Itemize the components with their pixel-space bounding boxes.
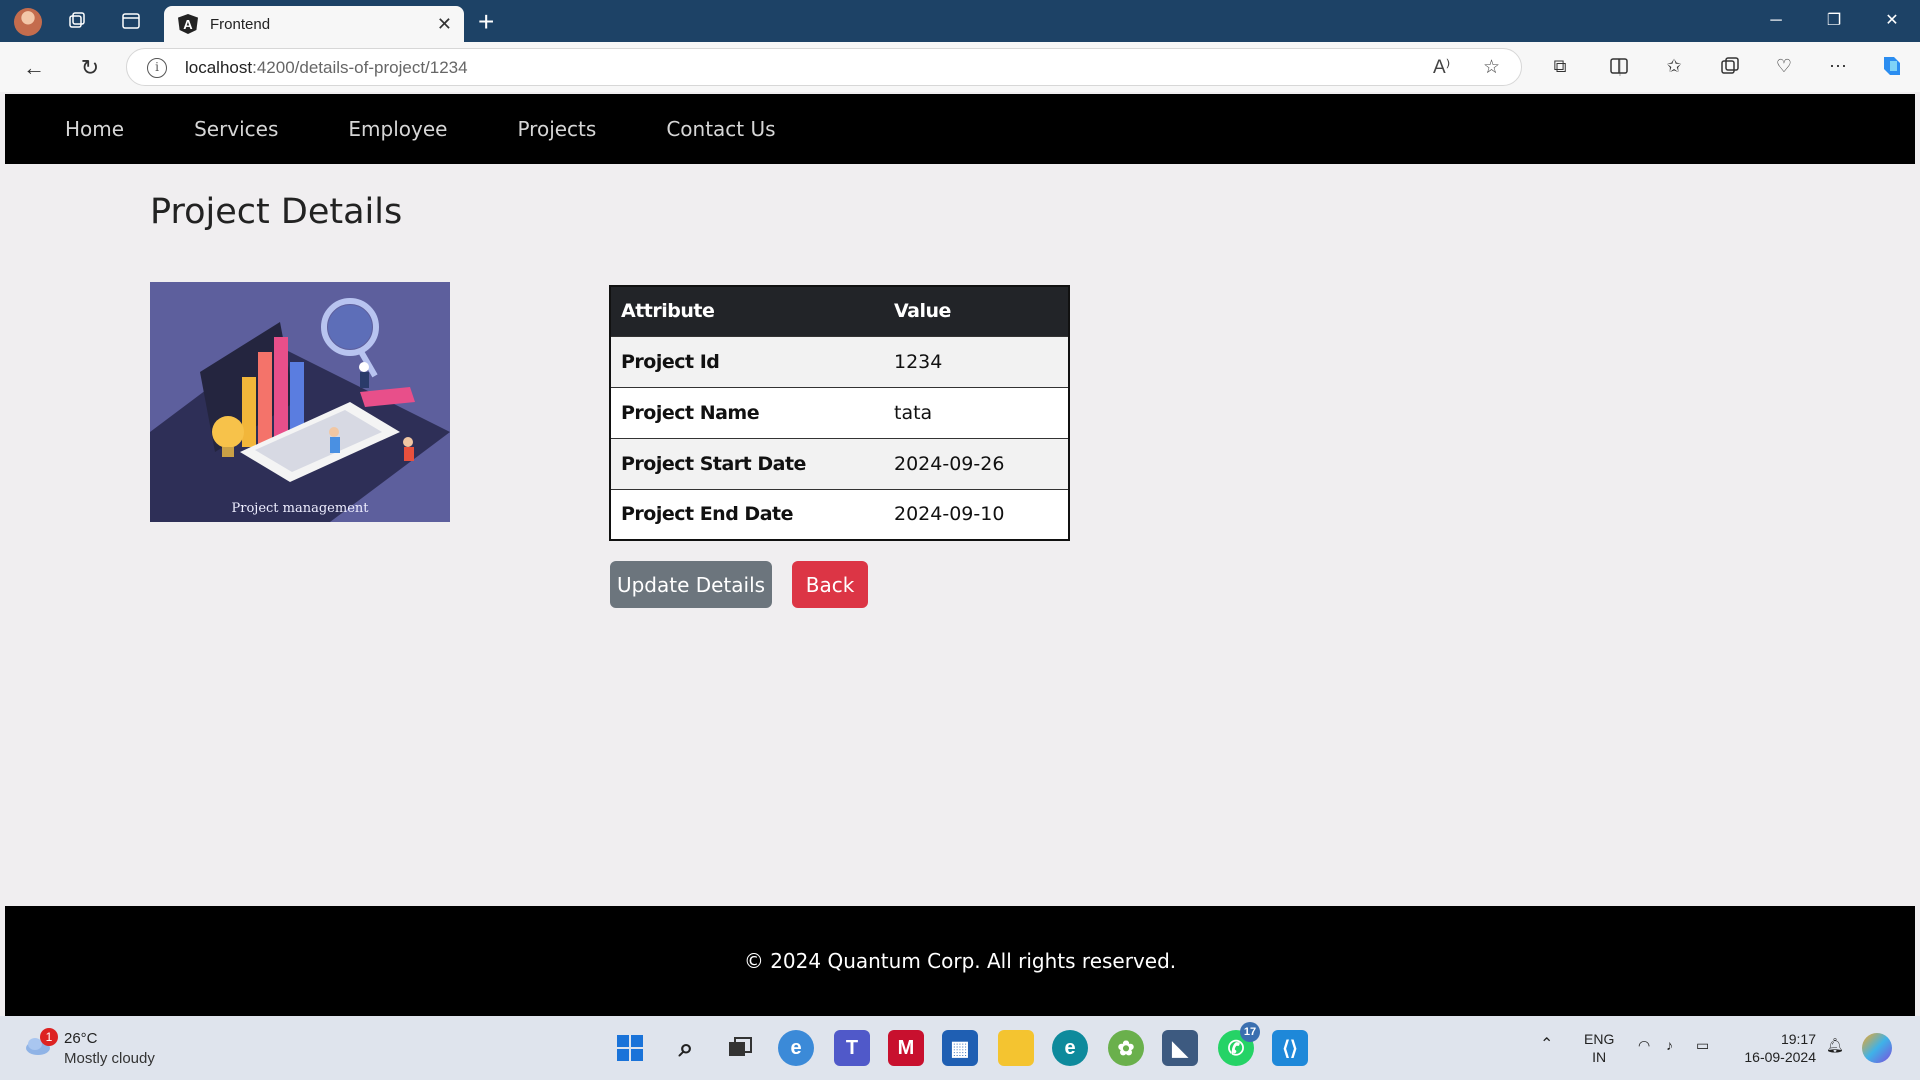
page-title: Project Details [150,192,403,232]
copilot-icon[interactable] [1878,52,1906,80]
clock[interactable]: 19:17 16-09-2024 [1740,1030,1816,1066]
table-header-row: Attribute Value [610,286,1069,336]
top-navbar: Home Services Employee Projects Contact … [5,94,1915,164]
wifi-icon[interactable]: ◠ [1638,1036,1650,1054]
favorites-icon[interactable]: ✩ [1660,52,1688,80]
site-info-icon[interactable]: i [147,58,167,78]
browser-essentials-icon[interactable]: ♡ [1770,52,1798,80]
clock-date: 16-09-2024 [1744,1049,1816,1065]
weather-temperature[interactable]: 26°C [64,1030,98,1047]
task-view-icon[interactable] [722,1030,758,1066]
search-icon[interactable]: ⌕ [668,1030,704,1066]
spring-tool-icon[interactable]: ✿ [1108,1030,1144,1066]
update-details-button[interactable]: Update Details [610,561,772,608]
tab-actions-icon[interactable] [118,8,144,34]
language-indicator[interactable]: ENG IN [1584,1030,1614,1066]
profile-avatar[interactable] [14,8,42,36]
row-attribute: Project Name [610,386,884,438]
nav-services[interactable]: Services [194,117,278,141]
nav-employee[interactable]: Employee [348,117,447,141]
nav-home[interactable]: Home [65,117,124,141]
microsoft-store-icon[interactable]: ▦ [942,1030,978,1066]
back-arrow-icon[interactable]: ← [20,54,48,82]
workspaces-icon[interactable] [64,8,90,34]
copilot-taskbar-icon[interactable]: e [778,1030,814,1066]
row-value: 2024-09-26 [884,437,1069,489]
back-button[interactable]: Back [792,561,868,608]
vscode-icon[interactable]: ⟨⟩ [1272,1030,1308,1066]
project-details-table: Attribute Value Project Id 1234 Project … [609,285,1070,541]
weather-alert-badge: 1 [40,1028,58,1046]
language-code: ENG [1584,1031,1615,1047]
more-options-icon[interactable]: ⋯ [1824,52,1852,80]
start-menu-icon[interactable] [612,1030,648,1066]
clock-time: 19:17 [1780,1031,1816,1047]
favorite-star-icon[interactable]: ☆ [1483,56,1500,79]
region-code: IN [1592,1049,1607,1065]
table-row: Project Start Date 2024-09-26 [610,437,1069,489]
browser-tab-strip: A Frontend ✕ + ─ ❐ ✕ [0,0,1920,42]
file-explorer-icon[interactable] [998,1030,1034,1066]
show-hidden-icons[interactable]: ⌃ [1540,1036,1553,1054]
whatsapp-badge: 17 [1240,1022,1260,1042]
read-aloud-icon[interactable]: A⁾ [1433,56,1450,79]
row-value: 2024-09-10 [884,488,1069,540]
address-bar[interactable]: i localhost:4200/details-of-project/1234… [126,48,1522,86]
refresh-icon[interactable]: ↻ [76,54,104,82]
weather-description[interactable]: Mostly cloudy [64,1050,155,1067]
nav-contact-us[interactable]: Contact Us [666,117,775,141]
whatsapp-icon[interactable]: ✆ 17 [1218,1022,1260,1066]
row-value: 1234 [884,335,1069,387]
active-tab[interactable]: A Frontend ✕ [164,6,464,42]
battery-icon[interactable]: ▭ [1696,1036,1709,1054]
table-row: Project Id 1234 [610,335,1069,387]
volume-icon[interactable]: ♪ [1666,1036,1673,1054]
close-tab-icon[interactable]: ✕ [437,14,452,35]
teams-icon[interactable]: T [834,1030,870,1066]
angular-logo-icon: A [178,14,198,34]
project-management-image: Project management [150,282,450,522]
table-row: Project Name tata [610,386,1069,438]
minimize-icon[interactable]: ─ [1756,8,1796,34]
header-attribute: Attribute [610,286,884,336]
new-tab-icon[interactable]: + [478,6,494,38]
mcafee-icon[interactable]: M [888,1030,924,1066]
row-value: tata [884,386,1069,438]
tab-title: Frontend [210,15,271,33]
row-attribute: Project Id [610,335,884,387]
collections-icon[interactable] [1716,52,1744,80]
row-attribute: Project End Date [610,488,884,540]
eclipse-ide-icon[interactable]: ◣ [1162,1030,1198,1066]
copilot-pre-icon[interactable] [1862,1033,1892,1063]
url-text[interactable]: localhost:4200/details-of-project/1234 [185,58,468,78]
restore-icon[interactable]: ❐ [1814,8,1854,34]
extensions-icon[interactable]: ⧉ [1546,52,1574,80]
notification-bell-icon[interactable]: 🔔︎ [1826,1036,1844,1054]
split-screen-icon[interactable] [1605,52,1633,80]
web-page: Home Services Employee Projects Contact … [5,92,1915,1016]
nav-projects[interactable]: Projects [517,117,596,141]
windows-taskbar: 1 26°C Mostly cloudy ⌕ e T M ▦ e ✿ ◣ ✆ 1… [0,1016,1920,1080]
footer-copyright: © 2024 Quantum Corp. All rights reserved… [743,949,1177,973]
page-footer: © 2024 Quantum Corp. All rights reserved… [5,906,1915,1016]
edge-browser-icon[interactable]: e [1052,1030,1088,1066]
table-row: Project End Date 2024-09-10 [610,488,1069,540]
image-caption: Project management [231,501,369,516]
header-value: Value [884,286,1069,336]
row-attribute: Project Start Date [610,437,884,489]
close-window-icon[interactable]: ✕ [1872,8,1912,34]
